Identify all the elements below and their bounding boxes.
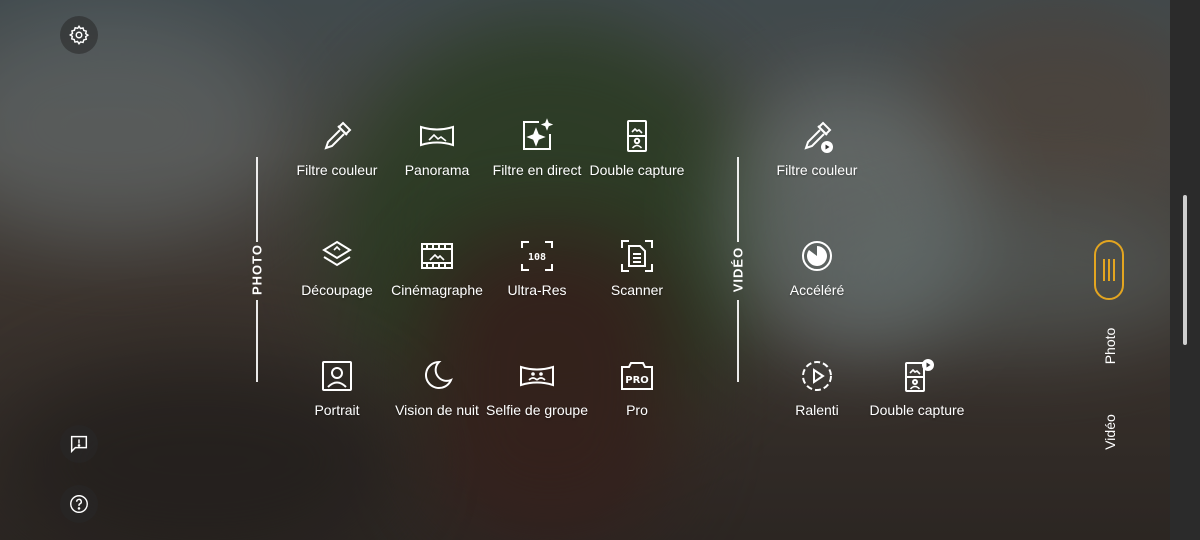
- gear-icon: [68, 24, 90, 45]
- ultra-res-108-icon: 108: [519, 238, 555, 274]
- mode-decoupage[interactable]: Découpage: [287, 230, 387, 330]
- film-icon: [419, 238, 455, 274]
- mode-video-double-capture[interactable]: Double capture: [867, 350, 967, 450]
- panorama-icon: [419, 118, 455, 154]
- live-filter-icon: [519, 118, 555, 154]
- mode-pro[interactable]: PRO Pro: [587, 350, 687, 450]
- mode-scanner[interactable]: Scanner: [587, 230, 687, 330]
- mode-cinemagraphe[interactable]: Cinémagraphe: [387, 230, 487, 330]
- pro-icon: PRO: [619, 358, 655, 394]
- mode-filtre-couleur[interactable]: Filtre couleur: [287, 110, 387, 210]
- tab-photo[interactable]: Photo: [1102, 316, 1118, 376]
- photo-divider-bottom: [256, 300, 258, 382]
- photo-section-label: PHOTO: [249, 244, 265, 295]
- layers-cutout-icon: [319, 238, 355, 274]
- feedback-button[interactable]: [60, 425, 98, 463]
- mode-vision-de-nuit[interactable]: Vision de nuit: [387, 350, 487, 450]
- mode-selfie-de-groupe[interactable]: Selfie de groupe: [486, 350, 588, 450]
- portrait-icon: [319, 358, 355, 394]
- video-section-label: VIDÉO: [730, 246, 746, 293]
- eyedropper-icon: [319, 118, 355, 154]
- tab-video[interactable]: Vidéo: [1102, 402, 1118, 462]
- photo-divider-top: [256, 157, 258, 242]
- help-icon: [70, 495, 88, 513]
- timelapse-icon: [799, 238, 835, 274]
- help-button[interactable]: [60, 485, 98, 523]
- slow-motion-icon: [799, 358, 835, 394]
- svg-text:PRO: PRO: [625, 375, 649, 386]
- settings-button[interactable]: [60, 16, 98, 54]
- handle-bar: [1103, 259, 1105, 281]
- eyedropper-video-icon: [799, 118, 835, 154]
- handle-bar: [1108, 259, 1110, 281]
- scroll-indicator[interactable]: [1183, 195, 1187, 345]
- mode-video-filtre-couleur[interactable]: Filtre couleur: [767, 110, 867, 210]
- mode-ultra-res[interactable]: 108 Ultra-Res: [487, 230, 587, 330]
- mode-filtre-en-direct[interactable]: Filtre en direct: [487, 110, 587, 210]
- dual-capture-video-icon: [899, 358, 935, 394]
- video-divider-bottom: [737, 300, 739, 382]
- mode-accelere[interactable]: Accéléré: [767, 230, 867, 330]
- handle-bar: [1113, 259, 1115, 281]
- group-selfie-icon: [519, 358, 555, 394]
- mode-ralenti[interactable]: Ralenti: [767, 350, 867, 450]
- svg-text:108: 108: [528, 252, 546, 263]
- mode-double-capture[interactable]: Double capture: [587, 110, 687, 210]
- dual-capture-icon: [619, 118, 655, 154]
- video-divider-top: [737, 157, 739, 242]
- mode-panorama[interactable]: Panorama: [387, 110, 487, 210]
- moon-icon: [419, 358, 455, 394]
- mode-portrait[interactable]: Portrait: [287, 350, 387, 450]
- mode-switch-handle[interactable]: [1094, 240, 1124, 300]
- document-scan-icon: [619, 238, 655, 274]
- feedback-icon: [70, 435, 88, 454]
